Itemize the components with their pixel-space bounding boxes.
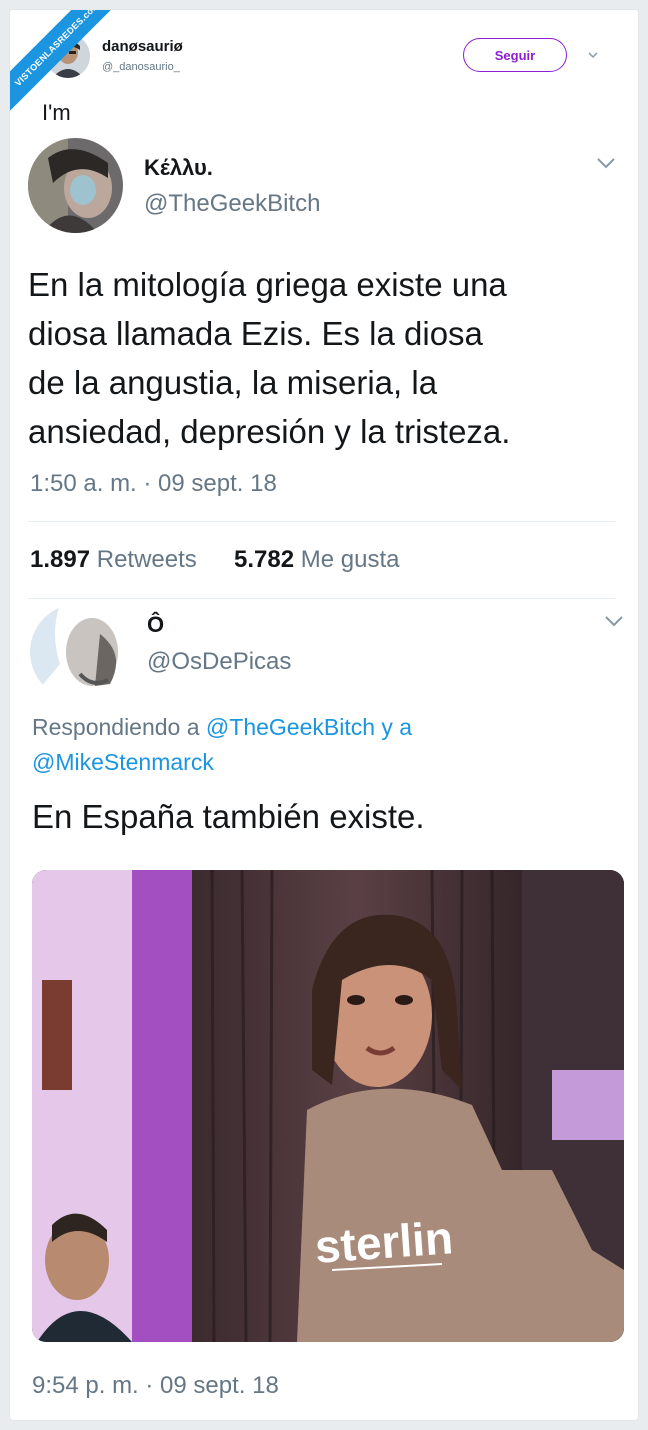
quoted-tweet-text: En la mitología griega existe una diosa … [28,260,628,456]
likes-stat[interactable]: 5.782 Me gusta [234,546,399,574]
reply-media-image[interactable]: sterlin [32,870,624,1342]
quoted-text-line: ansiedad, depresión y la tristeza. [28,413,511,450]
replying-prefix: Respondiendo a [32,714,200,740]
replying-joiner: y a [381,714,413,740]
reply-timestamp[interactable]: 9:54 p. m. · 09 sept. 18 [32,1372,279,1400]
reply-chevron-down-icon[interactable] [604,614,624,633]
quoted-user-name[interactable]: Κέλλυ. [144,155,213,181]
reply-tweet-text: En España también existe. [32,798,425,835]
outer-chevron-down-icon[interactable] [587,48,599,66]
quoted-text-line: En la mitología griega existe una [28,266,507,303]
follow-button[interactable]: Seguir [463,38,567,72]
screenshot-card: VISTOENLASREDES.com danøsauriø @_danosau… [10,10,638,1420]
quoted-avatar[interactable] [28,138,123,233]
replying-user-link-1[interactable]: @TheGeekBitch [206,714,375,740]
quoted-user-handle[interactable]: @TheGeekBitch [144,190,320,218]
quoted-chevron-down-icon[interactable] [596,156,616,175]
quoted-text-line: de la angustia, la miseria, la [28,364,438,401]
stats-divider-top [28,521,616,522]
outer-user-handle[interactable]: @_danosaurio_ [102,61,180,73]
reply-avatar[interactable] [30,604,126,700]
likes-label: Me gusta [300,546,400,573]
replying-to-line-1: Respondiendo a @TheGeekBitch y a [32,714,412,741]
outer-caption: I'm [42,100,71,125]
outer-user-name[interactable]: danøsauriø [102,38,183,55]
replying-user-link-2[interactable]: @MikeStenmarck [32,749,214,776]
quoted-text-line: diosa llamada Ezis. Es la diosa [28,315,483,352]
reply-user-handle[interactable]: @OsDePicas [147,648,291,676]
retweets-stat[interactable]: 1.897 Retweets [30,546,197,574]
likes-count: 5.782 [234,546,295,573]
reply-user-name[interactable]: Ô [147,612,164,638]
stats-divider-bottom [28,598,616,599]
retweets-label: Retweets [96,546,197,573]
quoted-timestamp[interactable]: 1:50 a. m. · 09 sept. 18 [30,470,277,498]
retweets-count: 1.897 [30,546,91,573]
